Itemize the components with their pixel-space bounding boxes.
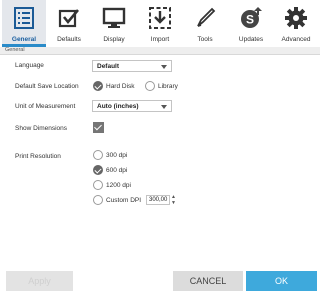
- hard-disk-option-label: Hard Disk: [106, 83, 135, 90]
- tab-updates-label: Updates: [238, 36, 264, 43]
- tab-import-label: Import: [150, 36, 170, 43]
- svg-text:S: S: [246, 13, 254, 27]
- import-icon: [149, 7, 171, 29]
- updates-icon: S: [241, 7, 262, 28]
- language-label: Language: [15, 62, 44, 69]
- section-header: General: [0, 47, 320, 55]
- tab-import[interactable]: Import: [138, 0, 182, 47]
- tab-updates[interactable]: S Updates: [229, 0, 273, 47]
- tab-general-label: General: [11, 36, 37, 43]
- apply-button[interactable]: Apply: [6, 271, 73, 291]
- library-radio[interactable]: [145, 81, 155, 91]
- language-value: Default: [97, 63, 120, 70]
- tab-advanced-label: Advanced: [281, 36, 311, 43]
- dpi-600-label: 600 dpi: [106, 167, 128, 174]
- dpi-stepper[interactable]: ▲ ▼: [171, 194, 176, 206]
- custom-dpi-radio[interactable]: [93, 195, 103, 205]
- unit-label: Unit of Measurement: [15, 103, 76, 110]
- tab-general[interactable]: General: [2, 0, 46, 47]
- custom-dpi-input[interactable]: 300,00: [146, 195, 170, 205]
- dpi-1200-label: 1200 dpi: [106, 182, 131, 189]
- chevron-down-icon: [161, 65, 167, 69]
- tab-defaults-label: Defaults: [57, 36, 81, 43]
- dpi-300-radio[interactable]: [93, 150, 103, 160]
- tab-display[interactable]: Display: [92, 0, 136, 47]
- pen-tool-icon: [197, 7, 216, 27]
- show-dimensions-label: Show Dimensions: [15, 125, 68, 132]
- tab-tools[interactable]: Tools: [183, 0, 227, 47]
- preferences-toolbar: General Defaults Display Import Tools S …: [0, 0, 320, 47]
- ok-button[interactable]: OK: [246, 271, 317, 291]
- unit-value: Auto (inches): [97, 103, 139, 110]
- language-select[interactable]: Default: [92, 60, 172, 72]
- dpi-1200-radio[interactable]: [93, 180, 103, 190]
- chevron-down-icon: [161, 105, 167, 109]
- tab-tools-label: Tools: [197, 36, 213, 43]
- dpi-300-label: 300 dpi: [106, 152, 128, 159]
- gear-icon: [285, 7, 307, 29]
- cancel-button[interactable]: CANCEL: [173, 271, 243, 291]
- tab-defaults[interactable]: Defaults: [47, 0, 91, 47]
- hard-disk-radio[interactable]: [93, 81, 103, 91]
- dpi-600-radio[interactable]: [93, 165, 103, 175]
- defaults-checkbox-icon: [58, 9, 79, 28]
- custom-dpi-label: Custom DPI: [106, 197, 142, 204]
- show-dimensions-checkbox[interactable]: [93, 122, 104, 133]
- tab-advanced[interactable]: Advanced: [274, 0, 318, 47]
- unit-select[interactable]: Auto (inches): [92, 100, 172, 112]
- tab-display-label: Display: [103, 36, 125, 43]
- monitor-icon: [102, 7, 126, 28]
- save-location-label: Default Save Location: [15, 83, 79, 90]
- stepper-down-icon[interactable]: ▼: [171, 200, 176, 206]
- general-list-icon: [14, 7, 34, 29]
- library-option-label: Library: [158, 83, 178, 90]
- print-resolution-label: Print Resolution: [15, 153, 61, 160]
- section-label: General: [5, 47, 25, 53]
